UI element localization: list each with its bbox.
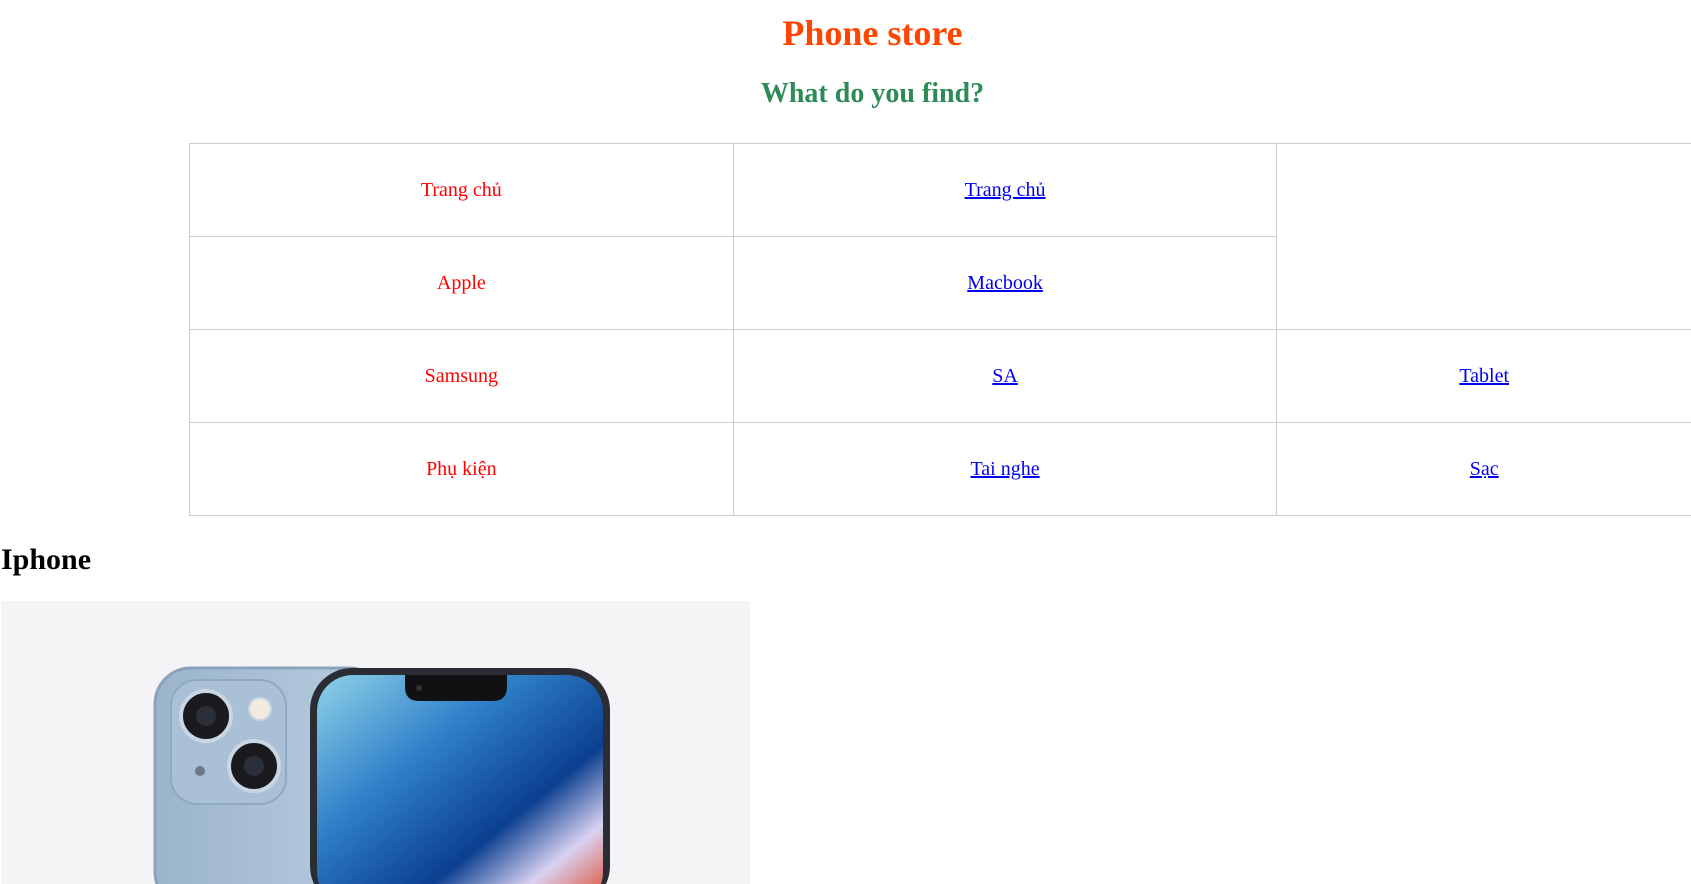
menu-cell: Trang chủ bbox=[732, 143, 1278, 237]
menu-category-home: Trang chủ bbox=[189, 143, 734, 237]
iphone-heading: Iphone bbox=[1, 543, 92, 576]
menu-empty-cell bbox=[1276, 143, 1691, 330]
menu-category-apple: Apple bbox=[189, 236, 734, 330]
menu-row-home: Trang chủ Trang chủ bbox=[189, 143, 1691, 330]
menu-cell: Macbook bbox=[732, 236, 1278, 330]
menu-category-samsung: Samsung bbox=[189, 329, 734, 423]
page-subtitle: What do you find? bbox=[760, 78, 985, 109]
headphones-link[interactable]: Tai nghe bbox=[970, 458, 1039, 480]
menu-table: Trang chủ Trang chủ Apple Macbook Samsun… bbox=[189, 143, 1691, 516]
menu-cell: Tablet bbox=[1276, 329, 1691, 423]
tablet-link[interactable]: Tablet bbox=[1459, 365, 1509, 387]
iphone-photo-icon bbox=[153, 666, 610, 884]
home-link[interactable]: Trang chủ bbox=[965, 179, 1046, 201]
iphone-product-image bbox=[1, 601, 750, 884]
menu-cell: Tai nghe bbox=[732, 422, 1278, 516]
menu-cell: SA bbox=[732, 329, 1278, 423]
sa-link[interactable]: SA bbox=[992, 365, 1018, 387]
menu-row-accessories: Phụ kiện Tai nghe Sạc bbox=[189, 422, 1691, 516]
menu-category-accessories: Phụ kiện bbox=[189, 422, 734, 516]
menu-row-samsung: Samsung SA Tablet bbox=[189, 329, 1691, 423]
macbook-link[interactable]: Macbook bbox=[967, 272, 1043, 294]
page-title: Phone store bbox=[782, 13, 963, 53]
menu-cell: Sạc bbox=[1276, 422, 1691, 516]
charger-link[interactable]: Sạc bbox=[1470, 458, 1499, 480]
